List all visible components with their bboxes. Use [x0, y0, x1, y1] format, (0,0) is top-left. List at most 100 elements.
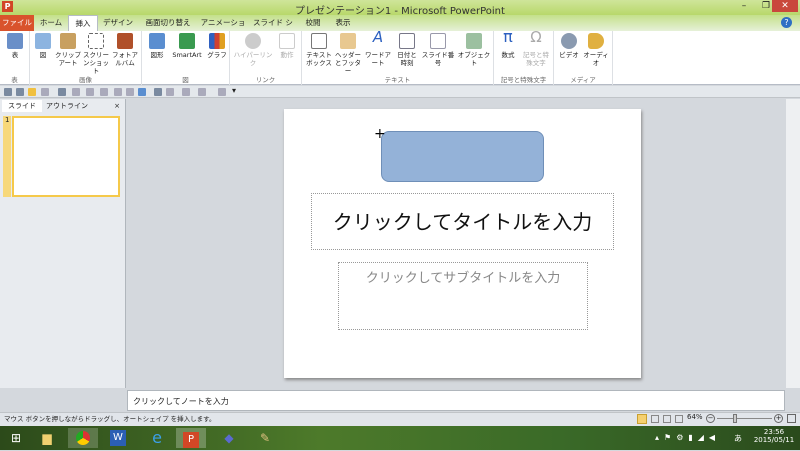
app-icon-7[interactable]: ◆ — [218, 428, 240, 448]
frame-icon[interactable] — [182, 88, 190, 96]
zoom-slider[interactable] — [717, 418, 772, 419]
windows-start-icon[interactable]: ⊞ — [5, 428, 27, 448]
picture-button[interactable]: 図 — [33, 33, 53, 59]
label: クリップアート — [55, 51, 81, 67]
tab-insert[interactable]: 挿入 — [68, 15, 98, 31]
normal-view-button[interactable] — [637, 414, 647, 424]
box-icon[interactable] — [154, 88, 162, 96]
paint-icon[interactable] — [198, 88, 206, 96]
photo-album-button[interactable]: フォトアルバム — [110, 33, 140, 67]
subtitle-placeholder[interactable]: クリックしてサブタイトルを入力 — [338, 262, 588, 330]
label: スクリーンショット — [83, 51, 109, 75]
tab-slideshow[interactable]: スライド ショー — [250, 15, 296, 43]
slide-sorter-button[interactable] — [651, 415, 659, 423]
picture-icon — [35, 33, 51, 49]
chrome-icon[interactable] — [68, 428, 98, 448]
equation-button[interactable]: π 数式 — [497, 29, 519, 60]
label: フォトアルバム — [112, 51, 138, 67]
redo-icon[interactable] — [218, 88, 226, 96]
tab-slides[interactable]: スライド — [2, 100, 42, 112]
video-button[interactable]: ビデオ — [557, 33, 581, 59]
paint-app-icon[interactable]: ✎ — [254, 428, 276, 448]
label: ワードアート — [365, 51, 391, 67]
title-placeholder[interactable]: クリックしてタイトルを入力 — [311, 193, 614, 250]
calendar-icon — [399, 33, 415, 49]
tab-view[interactable]: 表示 — [330, 15, 356, 31]
order-icon[interactable] — [126, 88, 134, 96]
rounded-rectangle-shape[interactable] — [381, 131, 544, 182]
minimize-button[interactable]: – — [733, 0, 755, 12]
symbol-button[interactable]: Ω 記号と特殊文字 — [522, 30, 550, 68]
reading-view-button[interactable] — [663, 415, 671, 423]
table-button[interactable]: 表 — [3, 33, 27, 59]
normal-view-icon[interactable] — [4, 88, 12, 96]
table-icon — [7, 33, 23, 49]
hyperlink-icon — [245, 33, 261, 49]
clock[interactable]: 23:56 2015/05/11 — [752, 428, 796, 444]
header-footer-button[interactable]: ヘッダーとフッター — [334, 33, 362, 75]
textbox-button[interactable]: テキストボックス — [304, 33, 334, 67]
slide-number-button[interactable]: スライド番号 — [420, 33, 456, 67]
align-icon[interactable] — [72, 88, 80, 96]
link-icon[interactable] — [16, 88, 24, 96]
vertical-scrollbar[interactable] — [786, 99, 800, 388]
distribute-icon-2[interactable] — [100, 88, 108, 96]
action-button[interactable]: 動作 — [276, 33, 298, 59]
shapes-button[interactable]: 図形 — [145, 33, 169, 59]
label: SmartArt — [172, 51, 202, 59]
tab-file[interactable]: ファイル — [0, 15, 34, 31]
smartart-icon — [179, 33, 195, 49]
slide-thumbnail[interactable] — [12, 116, 120, 197]
word-icon[interactable]: W — [110, 430, 126, 446]
label: テキストボックス — [306, 51, 332, 67]
group-label: 表 — [11, 76, 18, 84]
shapes-qat-icon[interactable] — [138, 88, 146, 96]
object-button[interactable]: オブジェクト — [457, 33, 491, 67]
label: 図形 — [150, 51, 164, 59]
label: スライド番号 — [421, 51, 455, 67]
file-explorer-icon[interactable]: ▆ — [36, 428, 58, 448]
object-icon — [466, 33, 482, 49]
textbox-icon — [311, 33, 327, 49]
date-time-button[interactable]: 日付と時刻 — [396, 33, 418, 67]
customize-qat-icon[interactable]: ▾ — [232, 86, 236, 95]
close-button[interactable]: ✕ — [772, 0, 798, 12]
zoom-in-button[interactable]: + — [774, 414, 783, 423]
tab-animations[interactable]: アニメーション — [198, 15, 248, 43]
fit-to-window-button[interactable] — [787, 414, 796, 423]
speaker-icon — [588, 33, 604, 49]
wordart-button[interactable]: A ワードアート — [362, 30, 394, 68]
audio-button[interactable]: オーディオ — [582, 33, 610, 67]
tab-transitions[interactable]: 画面切り替え — [140, 15, 196, 31]
tab-design[interactable]: デザイン — [100, 15, 136, 31]
label: グラフ — [207, 51, 227, 59]
time: 23:56 — [763, 428, 785, 436]
clipart-icon — [60, 33, 76, 49]
distribute-icon[interactable] — [86, 88, 94, 96]
crosshair-cursor-icon: + — [374, 126, 386, 142]
close-panel-button[interactable]: × — [112, 100, 122, 112]
help-icon[interactable]: ? — [781, 17, 792, 28]
slideshow-button[interactable] — [675, 415, 683, 423]
clipart-button[interactable]: クリップアート — [54, 33, 82, 67]
hyperlink-button[interactable]: ハイパーリンク — [232, 33, 274, 67]
zoom-level[interactable]: 64% — [687, 413, 703, 421]
undo-icon[interactable] — [166, 88, 174, 96]
star-icon[interactable] — [41, 88, 49, 96]
spacing-icon[interactable] — [114, 88, 122, 96]
system-tray-icons[interactable]: ▴⚑⚙▮◢◀ — [655, 433, 720, 442]
screenshot-button[interactable]: スクリーンショット — [82, 33, 110, 75]
tab-review[interactable]: 校閲 — [300, 15, 326, 31]
zoom-out-button[interactable]: − — [706, 414, 715, 423]
notes-pane[interactable]: クリックしてノートを入力 — [127, 390, 785, 411]
ime-indicator[interactable]: あ — [734, 433, 742, 444]
smartart-button[interactable]: SmartArt — [170, 33, 204, 59]
tab-home[interactable]: ホーム — [36, 15, 66, 31]
powerpoint-taskbar-icon[interactable]: P — [176, 428, 206, 448]
tab-outline[interactable]: アウトライン — [44, 100, 90, 112]
image-icon[interactable] — [58, 88, 66, 96]
chart-button[interactable]: グラフ — [205, 33, 229, 59]
save-icon[interactable] — [28, 88, 36, 96]
zoom-slider-thumb[interactable] — [733, 414, 737, 423]
internet-explorer-icon[interactable]: e — [146, 428, 168, 448]
